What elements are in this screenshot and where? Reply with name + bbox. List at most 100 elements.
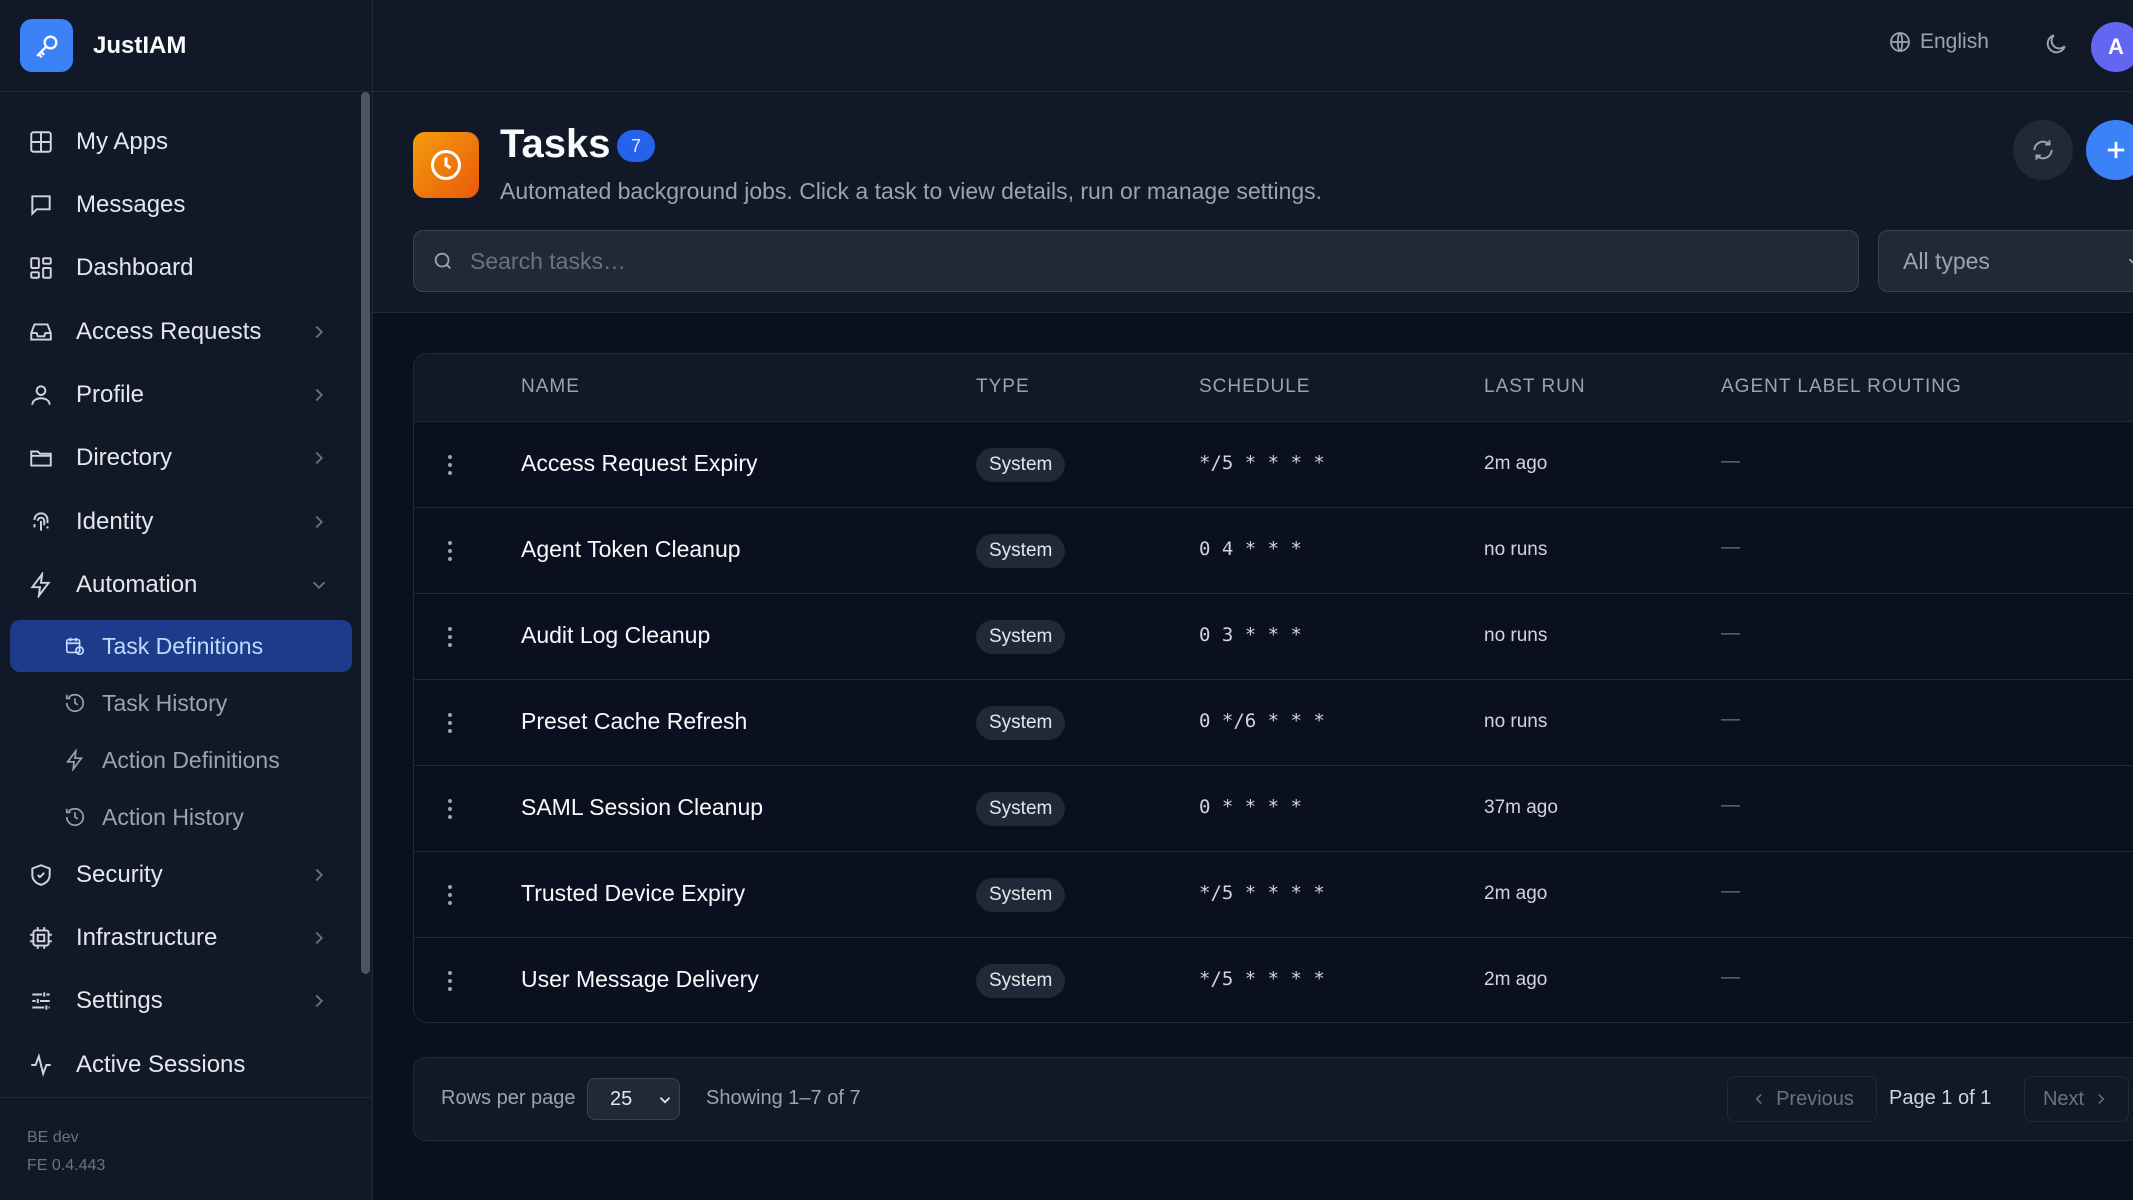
key-icon <box>20 19 73 72</box>
language-switcher[interactable]: English <box>1888 30 1989 54</box>
previous-page-button[interactable]: Previous <box>1727 1076 1877 1122</box>
column-header-last-run[interactable]: LAST RUN <box>1484 376 1586 398</box>
sidebar-subitem-task-history[interactable]: Task History <box>10 677 352 729</box>
sidebar-item-active-sessions[interactable]: Active Sessions <box>10 1037 350 1093</box>
page-title: Tasks <box>500 122 611 166</box>
sidebar-subitem-task-definitions[interactable]: Task Definitions <box>10 620 352 672</box>
search-icon <box>434 252 451 269</box>
sidebar-item-messages[interactable]: Messages <box>10 177 350 233</box>
column-header-type[interactable]: TYPE <box>976 376 1030 398</box>
task-schedule: 0 4 * * * <box>1199 538 1302 560</box>
dashboard-icon <box>26 253 56 283</box>
shield-icon <box>26 860 56 890</box>
sidebar-item-automation[interactable]: Automation <box>10 557 350 613</box>
sidebar-item-dashboard[interactable]: Dashboard <box>10 240 350 296</box>
task-last-run: 2m ago <box>1484 969 1548 990</box>
type-filter-select[interactable]: All types <box>1878 230 2133 292</box>
task-name[interactable]: User Message Delivery <box>521 966 759 993</box>
sidebar-item-access-requests[interactable]: Access Requests <box>10 304 350 360</box>
user-icon <box>26 380 56 410</box>
table-row[interactable]: SAML Session Cleanup System 0 * * * * 37… <box>414 766 2133 852</box>
task-name[interactable]: Preset Cache Refresh <box>521 708 747 735</box>
sidebar-item-label: Messages <box>76 191 186 218</box>
more-vertical-icon[interactable] <box>440 967 460 995</box>
chevron-right-icon <box>315 994 324 1008</box>
table-row[interactable]: Agent Token Cleanup System 0 4 * * * no … <box>414 508 2133 594</box>
globe-icon <box>1890 32 1910 52</box>
frontend-version: FE 0.4.443 <box>27 1157 106 1174</box>
column-header-schedule[interactable]: SCHEDULE <box>1199 376 1310 398</box>
history-icon <box>62 804 88 830</box>
sidebar-scrollbar[interactable] <box>361 92 370 974</box>
avatar[interactable]: A <box>2091 22 2133 72</box>
task-name[interactable]: Access Request Expiry <box>521 450 757 477</box>
sidebar-item-label: Automation <box>76 571 198 598</box>
sidebar-item-label: Dashboard <box>76 254 194 281</box>
task-last-run: no runs <box>1484 539 1548 560</box>
task-type-badge: System <box>976 534 1066 568</box>
refresh-button[interactable] <box>2013 120 2073 180</box>
sidebar: JustIAM My Apps Messages Dashboard Acces… <box>0 0 373 1200</box>
task-last-run: 2m ago <box>1484 453 1548 474</box>
search-input[interactable] <box>470 247 1830 275</box>
message-icon <box>26 190 56 220</box>
task-routing: — <box>1721 795 1740 816</box>
chevron-right-icon <box>315 515 324 529</box>
sidebar-subitem-label: Task History <box>102 689 228 716</box>
sidebar-item-profile[interactable]: Profile <box>10 367 350 423</box>
task-schedule: 0 */6 * * * <box>1199 710 1325 732</box>
task-schedule: 0 * * * * <box>1199 796 1302 818</box>
task-type-badge: System <box>976 878 1066 912</box>
clock-icon <box>413 132 479 198</box>
version-info: BE dev FE 0.4.443 <box>0 1097 373 1200</box>
table-row[interactable]: Audit Log Cleanup System 0 3 * * * no ru… <box>414 594 2133 680</box>
sidebar-nav: My Apps Messages Dashboard Access Reques… <box>0 92 360 1097</box>
sidebar-item-settings[interactable]: Settings <box>10 973 350 1029</box>
sidebar-item-my-apps[interactable]: My Apps <box>10 114 350 170</box>
task-schedule: */5 * * * * <box>1199 968 1325 990</box>
next-label: Next <box>2042 1087 2085 1110</box>
sidebar-item-label: Identity <box>76 508 154 535</box>
bolt-icon <box>26 570 56 600</box>
more-vertical-icon[interactable] <box>440 451 460 479</box>
task-type-badge: System <box>976 448 1066 482</box>
calendar-clock-icon <box>62 633 88 659</box>
sidebar-subitem-action-history[interactable]: Action History <box>10 791 352 843</box>
table-row[interactable]: Access Request Expiry System */5 * * * *… <box>414 422 2133 508</box>
history-icon <box>62 690 88 716</box>
rows-per-page-select[interactable]: 25 <box>587 1078 680 1120</box>
backend-version: BE dev <box>27 1129 79 1146</box>
rows-per-page-value: 25 <box>610 1087 633 1110</box>
chevron-down-icon <box>659 1097 671 1104</box>
table-row[interactable]: User Message Delivery System */5 * * * *… <box>414 938 2133 1022</box>
table-row[interactable]: Preset Cache Refresh System 0 */6 * * * … <box>414 680 2133 766</box>
language-label: English <box>1920 30 1989 53</box>
task-name[interactable]: Audit Log Cleanup <box>521 622 710 649</box>
add-task-button[interactable] <box>2086 120 2133 180</box>
more-vertical-icon[interactable] <box>440 709 460 737</box>
sidebar-item-security[interactable]: Security <box>10 847 350 903</box>
task-type-badge: System <box>976 706 1066 740</box>
task-schedule: */5 * * * * <box>1199 452 1325 474</box>
table-row[interactable]: Trusted Device Expiry System */5 * * * *… <box>414 852 2133 938</box>
column-header-agent-label-routing[interactable]: AGENT LABEL ROUTING <box>1721 376 1962 398</box>
sidebar-item-infrastructure[interactable]: Infrastructure <box>10 910 350 966</box>
sidebar-item-identity[interactable]: Identity <box>10 494 350 550</box>
brand[interactable]: JustIAM <box>0 0 372 92</box>
sidebar-subitem-action-definitions[interactable]: Action Definitions <box>10 734 352 786</box>
task-name[interactable]: Agent Token Cleanup <box>521 536 741 563</box>
task-name[interactable]: Trusted Device Expiry <box>521 880 745 907</box>
sidebar-item-directory[interactable]: Directory <box>10 430 350 486</box>
more-vertical-icon[interactable] <box>440 623 460 651</box>
theme-toggle[interactable] <box>2043 31 2069 62</box>
showing-count: Showing 1–7 of 7 <box>706 1087 861 1109</box>
sidebar-item-label: My Apps <box>76 128 169 155</box>
task-name[interactable]: SAML Session Cleanup <box>521 794 763 821</box>
more-vertical-icon[interactable] <box>440 881 460 909</box>
column-header-name[interactable]: NAME <box>521 376 580 398</box>
more-vertical-icon[interactable] <box>440 537 460 565</box>
search-box <box>413 230 1859 292</box>
folder-icon <box>26 443 56 473</box>
next-page-button[interactable]: Next <box>2024 1076 2129 1122</box>
more-vertical-icon[interactable] <box>440 795 460 823</box>
